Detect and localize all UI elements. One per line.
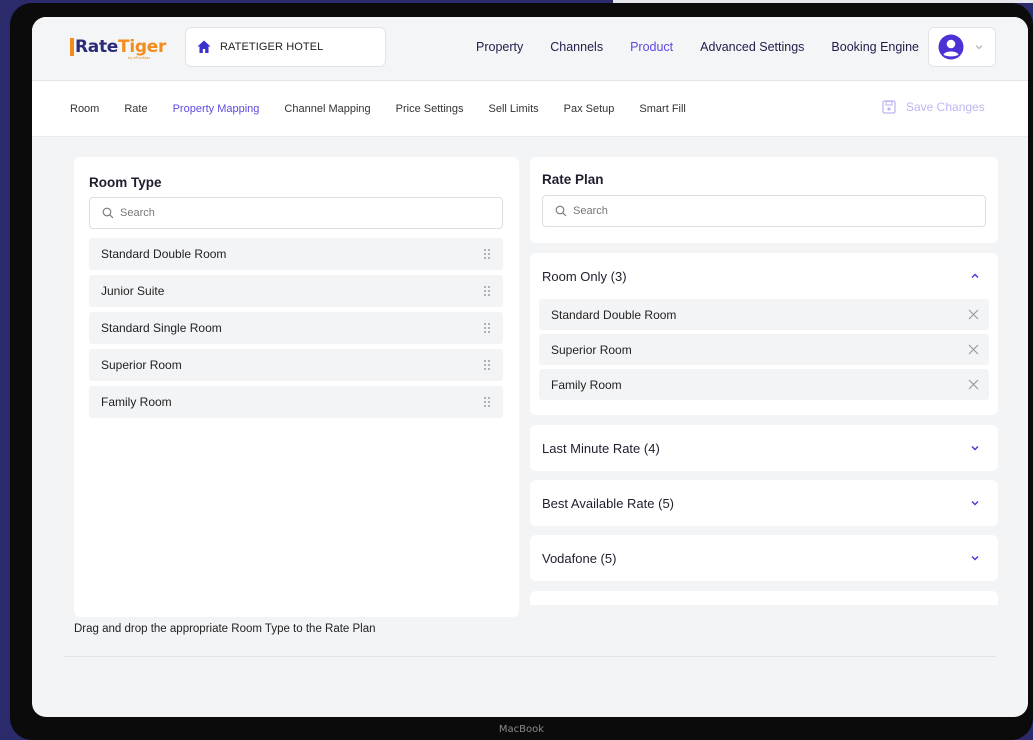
assigned-rooms-list: Standard Double Room Superior Room Famil… bbox=[530, 299, 998, 400]
nav-booking-engine[interactable]: Booking Engine bbox=[831, 40, 919, 54]
rate-group-label: Last Minute Rate (4) bbox=[542, 440, 660, 456]
drag-handle-icon[interactable] bbox=[483, 285, 491, 297]
search-icon bbox=[102, 207, 114, 219]
chevron-down-icon[interactable] bbox=[970, 553, 980, 563]
tab-rate[interactable]: Rate bbox=[124, 103, 147, 115]
room-type-label: Superior Room bbox=[101, 358, 182, 372]
room-type-label: Junior Suite bbox=[101, 284, 165, 298]
room-type-search-placeholder: Search bbox=[120, 207, 155, 219]
room-type-label: Family Room bbox=[101, 395, 172, 409]
laptop-frame: RateTiger by eRevMax RATETIGER HOTEL Pro… bbox=[10, 3, 1033, 740]
room-type-item[interactable]: Family Room bbox=[89, 386, 503, 418]
tab-room[interactable]: Room bbox=[70, 103, 99, 115]
chevron-down-icon[interactable] bbox=[970, 443, 980, 453]
rate-group-header[interactable]: Last Minute Rate (4) bbox=[530, 425, 998, 471]
tab-property-mapping[interactable]: Property Mapping bbox=[173, 103, 260, 115]
drag-handle-icon[interactable] bbox=[483, 248, 491, 260]
assigned-room-item: Family Room bbox=[539, 369, 989, 400]
save-icon bbox=[882, 100, 896, 114]
rate-group-label: Vodafone (5) bbox=[542, 550, 617, 566]
rate-group-header[interactable]: Best Available Rate (5) bbox=[530, 480, 998, 526]
nav-property[interactable]: Property bbox=[476, 40, 523, 54]
rate-group-label: Best Available Rate (5) bbox=[542, 495, 674, 511]
sub-nav: Room Rate Property Mapping Channel Mappi… bbox=[32, 81, 1028, 137]
hotel-name: RATETIGER HOTEL bbox=[220, 41, 324, 53]
save-changes-button[interactable]: Save Changes bbox=[882, 100, 985, 114]
app-screen: RateTiger by eRevMax RATETIGER HOTEL Pro… bbox=[32, 17, 1028, 717]
rate-group-vodafone: Vodafone (5) bbox=[530, 535, 998, 581]
assigned-room-label: Family Room bbox=[551, 377, 622, 392]
drag-handle-icon[interactable] bbox=[483, 396, 491, 408]
rate-plan-search-input[interactable]: Search bbox=[542, 195, 986, 227]
nav-channels[interactable]: Channels bbox=[550, 40, 603, 54]
remove-icon[interactable] bbox=[968, 344, 979, 355]
rate-plan-search-placeholder: Search bbox=[573, 205, 608, 217]
room-type-item[interactable]: Standard Double Room bbox=[89, 238, 503, 270]
room-type-item[interactable]: Junior Suite bbox=[89, 275, 503, 307]
room-type-label: Standard Single Room bbox=[101, 321, 222, 335]
user-menu[interactable] bbox=[928, 27, 996, 67]
chevron-up-icon[interactable] bbox=[970, 271, 980, 281]
ratetiger-logo[interactable]: RateTiger by eRevMax bbox=[70, 37, 167, 60]
rate-group-header[interactable]: Room Only (3) bbox=[530, 253, 998, 299]
tab-channel-mapping[interactable]: Channel Mapping bbox=[284, 103, 370, 115]
room-type-search-input[interactable]: Search bbox=[89, 197, 503, 229]
tab-smart-fill[interactable]: Smart Fill bbox=[639, 103, 685, 115]
scroll-mask bbox=[530, 605, 998, 615]
tab-pax-setup[interactable]: Pax Setup bbox=[564, 103, 615, 115]
rate-group-header[interactable]: Vodafone (5) bbox=[530, 535, 998, 581]
user-avatar-icon bbox=[938, 34, 964, 60]
tab-sell-limits[interactable]: Sell Limits bbox=[489, 103, 539, 115]
divider bbox=[64, 656, 996, 657]
tab-price-settings[interactable]: Price Settings bbox=[396, 103, 464, 115]
chevron-down-icon bbox=[975, 45, 983, 50]
rate-plan-title: Rate Plan bbox=[542, 172, 604, 187]
hotel-selector[interactable]: RATETIGER HOTEL bbox=[185, 27, 386, 67]
drag-drop-hint: Drag and drop the appropriate Room Type … bbox=[74, 623, 376, 635]
rate-group-best-available: Best Available Rate (5) bbox=[530, 480, 998, 526]
logo-mark-icon bbox=[70, 38, 74, 56]
chevron-down-icon[interactable] bbox=[970, 498, 980, 508]
room-type-label: Standard Double Room bbox=[101, 247, 227, 261]
rate-group-room-only: Room Only (3) Standard Double Room Super… bbox=[530, 253, 998, 415]
drag-handle-icon[interactable] bbox=[483, 322, 491, 334]
search-icon bbox=[555, 205, 567, 217]
room-type-list: Standard Double Room Junior Suite Standa… bbox=[89, 238, 503, 423]
nav-product[interactable]: Product bbox=[630, 40, 673, 54]
remove-icon[interactable] bbox=[968, 379, 979, 390]
room-type-item[interactable]: Standard Single Room bbox=[89, 312, 503, 344]
nav-advanced-settings[interactable]: Advanced Settings bbox=[700, 40, 804, 54]
room-type-title: Room Type bbox=[89, 175, 162, 190]
assigned-room-label: Standard Double Room bbox=[551, 307, 677, 322]
main-nav: Property Channels Product Advanced Setti… bbox=[476, 40, 946, 54]
remove-icon[interactable] bbox=[968, 309, 979, 320]
rate-group-label: Room Only (3) bbox=[542, 268, 627, 284]
home-icon bbox=[197, 40, 211, 53]
rate-group-last-minute: Last Minute Rate (4) bbox=[530, 425, 998, 471]
drag-handle-icon[interactable] bbox=[483, 359, 491, 371]
top-header: RateTiger by eRevMax RATETIGER HOTEL Pro… bbox=[32, 17, 1028, 81]
assigned-room-item: Standard Double Room bbox=[539, 299, 989, 330]
rate-plan-panel: Rate Plan Search bbox=[530, 157, 998, 243]
logo-wordmark: RateTiger bbox=[75, 37, 167, 57]
assigned-room-label: Superior Room bbox=[551, 342, 632, 357]
logo-subtitle: by eRevMax bbox=[128, 55, 151, 60]
rate-group-partial bbox=[530, 591, 998, 605]
room-type-panel: Room Type Search Standard Double Room Ju… bbox=[74, 157, 519, 617]
device-label: MacBook bbox=[498, 724, 545, 735]
save-changes-label: Save Changes bbox=[906, 100, 985, 114]
room-type-item[interactable]: Superior Room bbox=[89, 349, 503, 381]
assigned-room-item: Superior Room bbox=[539, 334, 989, 365]
